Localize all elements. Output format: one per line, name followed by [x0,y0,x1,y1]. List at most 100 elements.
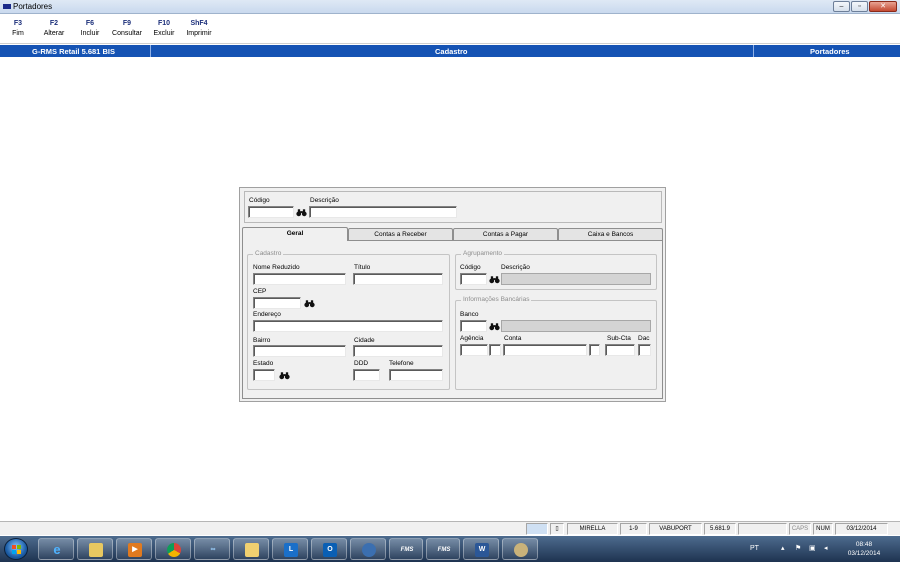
fkey-label: Incluir [80,30,100,37]
tray-expand-icon[interactable]: ▴ [781,544,785,552]
estado-input[interactable] [253,369,275,381]
ddd-label: DDD [354,360,369,367]
agencia-dv-input[interactable] [489,344,501,356]
clock-time: 08:48 [855,541,873,548]
descricao-input[interactable] [309,206,457,218]
media-player-icon: ▶ [128,543,142,557]
close-button[interactable]: ✕ [869,1,897,12]
taskbar-fms-button[interactable]: FMS [426,538,460,560]
taskbar-media-player-button[interactable]: ▶ [116,538,152,560]
taskbar-clock[interactable]: 08:48 03/12/2014 [836,540,892,558]
taskbar-chrome-button[interactable] [155,538,191,560]
dac-label: Dac [638,335,650,342]
binoculars-search-icon[interactable] [488,320,500,332]
agrupamento-group-title: Agrupamento [461,250,505,257]
app-icon [362,543,376,557]
taskbar-folder-button[interactable] [233,538,269,560]
lync-icon: L [284,543,298,557]
taskbar-word-button[interactable]: W [463,538,499,560]
conta-dv-input[interactable] [589,344,600,356]
codigo-input[interactable] [248,206,294,218]
nome-reduzido-input[interactable] [253,273,346,285]
ddd-input[interactable] [353,369,380,381]
dac-input[interactable] [638,344,651,356]
taskbar-app-button[interactable] [502,538,538,560]
taskbar-internet-explorer-button[interactable]: e [38,538,74,560]
fkey-label: Fim [12,30,24,37]
descricao-label: Descrição [310,197,339,204]
titulo-input[interactable] [353,273,443,285]
agencia-input[interactable] [460,344,488,356]
windows-logo-icon [12,545,21,554]
binoculars-search-icon[interactable] [278,369,290,381]
informacoes-bancarias-group-title: Informações Bancárias [461,296,532,303]
status-caps: CAPS [789,523,811,535]
binoculars-search-icon[interactable] [303,297,315,309]
maximize-button[interactable]: ▫ [851,1,868,12]
minimize-button[interactable]: – [833,1,850,12]
endereco-label: Endereço [253,311,281,318]
fkey-excluir-button[interactable]: F10 Excluir [150,20,178,37]
function-key-toolbar: F3 Fim F2 Alterar F6 Incluir F9 Consulta… [0,15,900,44]
titulo-label: Título [354,264,371,271]
tray-flag-icon[interactable]: ⚑ [795,544,801,552]
endereco-input[interactable] [253,320,443,332]
taskbar-file-explorer-button[interactable] [77,538,113,560]
subcta-input[interactable] [605,344,635,356]
cep-input[interactable] [253,297,301,309]
cep-label: CEP [253,288,267,295]
status-empty [738,523,787,535]
binoculars-search-icon[interactable] [488,273,500,285]
fkey-code: ShF4 [190,20,208,27]
agencia-label: Agência [460,335,484,342]
status-date: 03/12/2014 [835,523,888,535]
fms-icon: FMS [400,547,414,553]
tray-volume-icon[interactable]: ◂ [824,544,828,552]
tray-network-icon[interactable]: ▣ [809,544,816,552]
codigo-label: Código [249,197,270,204]
paint-icon [514,543,528,557]
language-indicator[interactable]: PT [750,545,759,552]
taskbar-app-button[interactable]: ∞ [194,538,230,560]
status-bar: ▯ MIRELLA 1-9 VABUPORT 5.681.9 CAPS NUM … [0,521,900,535]
folder-icon [245,543,259,557]
fkey-label: Consultar [112,30,142,37]
taskbar-outlook-button[interactable]: O [311,538,347,560]
telefone-label: Telefone [389,360,414,367]
fkey-code: F6 [85,20,95,27]
tab-geral-body: Cadastro Nome Reduzido Título CEP Endere… [242,240,663,399]
cidade-label: Cidade [354,337,375,344]
cidade-input[interactable] [353,345,443,357]
fkey-imprimir-button[interactable]: ShF4 Imprimir [183,20,215,37]
fkey-consultar-button[interactable]: F9 Consultar [109,20,145,37]
section-title: Cadastro [435,47,468,56]
product-name: G-RMS Retail 5.681 BIS [32,47,115,56]
fkey-alterar-button[interactable]: F2 Alterar [40,20,68,37]
window-title: Portadores [13,2,53,11]
fkey-incluir-button[interactable]: F6 Incluir [77,20,103,37]
bairro-input[interactable] [253,345,346,357]
module-title: Portadores [810,47,850,56]
fkey-code: F9 [122,20,132,27]
module-header-bar: G-RMS Retail 5.681 BIS Cadastro Portador… [0,45,900,57]
fkey-code: F3 [13,20,23,27]
fkey-fim-button[interactable]: F3 Fim [6,20,30,37]
tab-geral[interactable]: Geral [242,227,348,241]
start-button[interactable] [4,538,28,560]
chrome-icon [167,543,181,557]
conta-input[interactable] [503,344,587,356]
binoculars-search-icon[interactable] [295,206,307,218]
banco-input[interactable] [460,320,487,332]
app-icon [3,4,11,9]
taskbar-lync-button[interactable]: L [272,538,308,560]
window-titlebar: Portadores – ▫ ✕ [0,0,900,14]
agrupamento-descricao-label: Descrição [501,264,530,271]
agrupamento-codigo-input[interactable] [460,273,487,285]
agrupamento-codigo-label: Código [460,264,481,271]
taskbar-fms-button[interactable]: FMS [389,538,423,560]
folder-icon [89,543,103,557]
telefone-input[interactable] [389,369,443,381]
taskbar-app-button[interactable] [350,538,386,560]
status-version: 5.681.9 [704,523,736,535]
infinity-app-icon: ∞ [210,546,216,553]
